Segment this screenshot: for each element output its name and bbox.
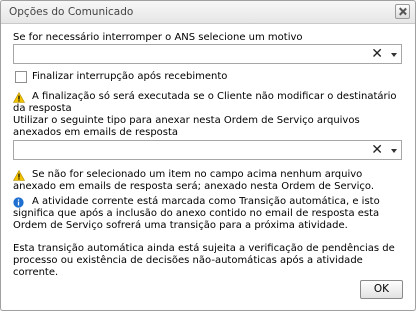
chevron-down-icon[interactable] [391, 149, 397, 153]
finalizar-label: Finalizar interrupção após recebimento [32, 71, 228, 82]
warning-text-1: A finalização só será executada se o Cli… [13, 91, 397, 114]
chevron-down-icon[interactable] [391, 53, 397, 57]
dialog-titlebar: Opções do Comunicado [1, 1, 415, 24]
options-dialog: Opções do Comunicado Se for necessário i… [0, 0, 416, 311]
clear-icon[interactable]: ✕ [371, 46, 383, 62]
finalizar-checkbox[interactable] [15, 71, 27, 83]
anexo-select[interactable]: ✕ [13, 140, 402, 160]
info-text: A atividade corrente está marcada como T… [13, 196, 380, 231]
clear-icon[interactable]: ✕ [371, 142, 383, 158]
anexo-label: Utilizar o seguinte tipo para anexar nes… [13, 115, 360, 138]
motivo-select[interactable]: ✕ [13, 44, 402, 64]
dialog-title: Opções do Comunicado [9, 6, 134, 18]
close-icon[interactable] [395, 4, 410, 19]
ok-button[interactable]: OK [360, 280, 403, 299]
motivo-label: Se for necessário interromper o ANS sele… [13, 32, 303, 43]
transition-note: Esta transição automática ainda está suj… [13, 243, 395, 278]
warning-text-2: Se não for selecionado um item no campo … [13, 169, 375, 192]
